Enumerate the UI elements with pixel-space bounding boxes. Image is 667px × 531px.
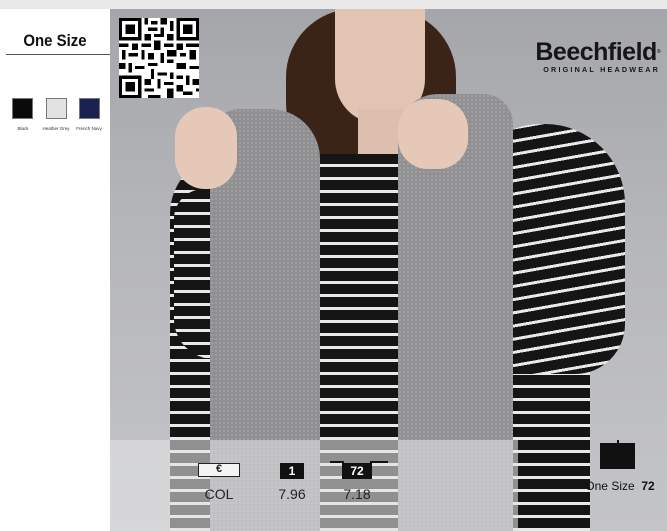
swatch-color xyxy=(12,98,33,119)
qty-tier-decoration xyxy=(370,461,388,463)
price-tier-2: 7.18 xyxy=(343,486,371,502)
qr-code-icon[interactable] xyxy=(119,18,199,98)
per-box-count: 72 xyxy=(641,479,655,493)
model-hand-left xyxy=(175,107,237,189)
qty-tier-1: 1 xyxy=(280,463,304,479)
brand-tagline: ORIGINAL HEADWEAR xyxy=(543,65,660,74)
brand-name: Beechfield® xyxy=(535,38,660,66)
swatch-color xyxy=(46,98,67,119)
model-hand-right xyxy=(398,99,468,169)
qty-tier-2: 72 xyxy=(342,463,372,479)
box-icon xyxy=(600,443,635,469)
swatch-label: Black xyxy=(17,126,29,131)
swatch-label: French Navy xyxy=(76,126,102,131)
top-strip xyxy=(0,0,667,9)
left-panel: One Size xyxy=(0,9,110,531)
swatch-label: Heather Grey xyxy=(42,126,70,131)
price-tier-1: 7.96 xyxy=(278,486,306,502)
size-divider xyxy=(6,54,110,55)
currency-badge: € xyxy=(198,463,240,477)
swatch-color xyxy=(79,98,100,119)
size-title: One Size xyxy=(23,31,87,50)
brand-logo: Beechfield® ORIGINAL HEADWEAR xyxy=(508,38,660,75)
col-label: COL xyxy=(204,486,234,502)
per-box-label: One Size xyxy=(585,479,635,493)
per-box-info: One Size 72 xyxy=(575,479,665,493)
pricing-panel xyxy=(110,440,518,531)
